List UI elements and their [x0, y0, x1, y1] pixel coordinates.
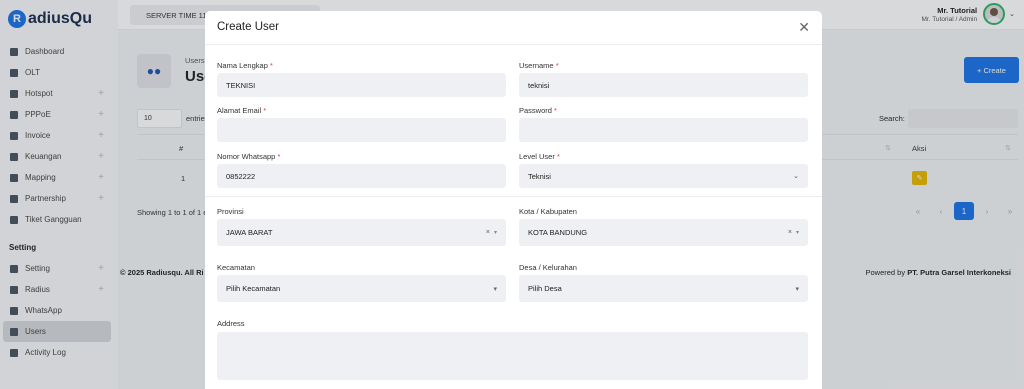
clear-icon[interactable]: ×: [486, 229, 490, 236]
label-text: Nama Lengkap: [217, 61, 268, 70]
field-value: Pilih Kecamatan: [226, 284, 281, 293]
modal-header: Create User ✕: [205, 11, 822, 45]
label-text: Alamat Email: [217, 106, 262, 115]
nama-lengkap-label: Nama Lengkap *: [217, 61, 273, 70]
provinsi-select[interactable]: JAWA BARAT × ▾: [217, 219, 506, 246]
kota-select[interactable]: KOTA BANDUNG × ▾: [519, 219, 808, 246]
address-label: Address: [217, 319, 245, 328]
email-label: Alamat Email *: [217, 106, 266, 115]
modal-title: Create User: [217, 21, 279, 33]
password-input[interactable]: [519, 118, 808, 142]
field-value: KOTA BANDUNG: [528, 228, 588, 237]
level-user-select[interactable]: Teknisi ⌄: [519, 164, 808, 188]
email-input[interactable]: [217, 118, 506, 142]
create-user-modal: Create User ✕ Nama Lengkap * TEKNISI Use…: [205, 11, 822, 389]
desa-label: Desa / Kelurahan: [519, 263, 577, 272]
required-mark: *: [277, 152, 281, 161]
label-text: Password: [519, 106, 552, 115]
username-input[interactable]: teknisi: [519, 73, 808, 97]
whatsapp-label: Nomor Whatsapp *: [217, 152, 280, 161]
level-user-label: Level User *: [519, 152, 560, 161]
required-mark: *: [263, 106, 267, 115]
close-icon[interactable]: ✕: [798, 19, 810, 35]
username-label: Username *: [519, 61, 559, 70]
field-value: Teknisi: [528, 171, 551, 181]
field-value: teknisi: [528, 80, 550, 90]
label-text: Nomor Whatsapp: [217, 152, 276, 161]
password-label: Password *: [519, 106, 557, 115]
label-text: Level User: [519, 152, 555, 161]
field-value: JAWA BARAT: [226, 228, 273, 237]
required-mark: *: [554, 106, 557, 115]
caret-down-icon: ▾: [795, 285, 799, 293]
address-textarea[interactable]: [217, 332, 808, 380]
required-mark: *: [555, 61, 559, 70]
caret-down-icon: ▾: [493, 230, 497, 236]
provinsi-label: Provinsi: [217, 207, 244, 216]
kecamatan-select[interactable]: Pilih Kecamatan ▾: [217, 275, 506, 302]
kota-label: Kota / Kabupaten: [519, 207, 577, 216]
field-value: Pilih Desa: [528, 284, 562, 293]
label-text: Username: [519, 61, 554, 70]
field-value: 0852222: [226, 171, 256, 181]
kecamatan-label: Kecamatan: [217, 263, 255, 272]
nama-lengkap-input[interactable]: TEKNISI: [217, 73, 506, 97]
required-mark: *: [269, 61, 273, 70]
section-divider: [205, 196, 822, 197]
field-value: TEKNISI: [226, 80, 256, 90]
caret-down-icon: ▾: [493, 285, 497, 293]
clear-icon[interactable]: ×: [788, 229, 792, 236]
whatsapp-input[interactable]: 0852222: [217, 164, 506, 188]
chevron-down-icon: ⌄: [793, 173, 799, 180]
required-mark: *: [556, 152, 560, 161]
desa-select[interactable]: Pilih Desa ▾: [519, 275, 808, 302]
caret-down-icon: ▾: [795, 230, 799, 236]
